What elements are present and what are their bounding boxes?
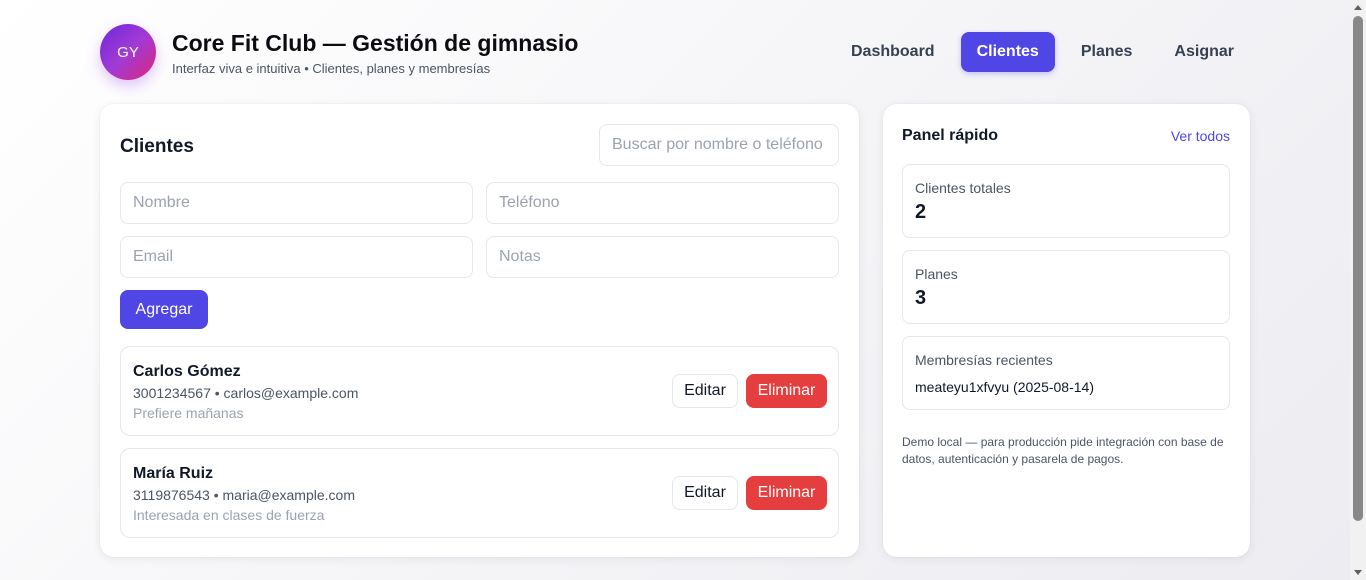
- nav-item-asignar[interactable]: Asignar: [1158, 32, 1250, 72]
- disclaimer-text: Demo local — para producción pide integr…: [902, 435, 1224, 466]
- app-header: GY Core Fit Club — Gestión de gimnasio I…: [100, 24, 1250, 80]
- stat-value: 2: [915, 201, 927, 223]
- stat-label: Membresías recientes: [915, 352, 1053, 368]
- quick-panel: Panel rápido Ver todos Clientes totales …: [883, 104, 1250, 557]
- main-nav: Dashboard Clientes Planes Asignar: [835, 32, 1250, 72]
- nav-item-clientes[interactable]: Clientes: [960, 32, 1055, 72]
- phone-field[interactable]: [486, 182, 839, 224]
- name-field[interactable]: [120, 182, 473, 224]
- client-contact: 3119876543 • maria@example.com: [133, 487, 355, 503]
- client-notes: Prefiere mañanas: [133, 405, 244, 421]
- search-input[interactable]: [599, 124, 839, 166]
- add-client-button[interactable]: Agregar: [120, 290, 208, 329]
- client-notes: Interesada en clases de fuerza: [133, 507, 325, 523]
- stat-label: Clientes totales: [915, 180, 1011, 196]
- edit-client-button[interactable]: Editar: [672, 374, 738, 408]
- see-all-link[interactable]: Ver todos: [1171, 128, 1230, 144]
- stat-value: 3: [915, 287, 927, 309]
- client-card: María Ruiz 3119876543 • maria@example.co…: [120, 448, 839, 538]
- clients-panel: Clientes Agregar Carlos Gómez 3001234567…: [100, 104, 859, 557]
- recent-membership-item: meateyu1xfvyu (2025-08-14): [915, 379, 1094, 395]
- nav-item-dashboard[interactable]: Dashboard: [835, 32, 951, 72]
- clients-title: Clientes: [120, 136, 194, 157]
- plans-stat: Planes 3: [902, 250, 1230, 324]
- delete-client-button[interactable]: Eliminar: [746, 476, 827, 510]
- client-name: María Ruiz: [133, 465, 214, 482]
- scrollbar-thumb[interactable]: [1353, 16, 1363, 521]
- notes-field[interactable]: [486, 236, 839, 278]
- nav-item-planes[interactable]: Planes: [1065, 32, 1149, 72]
- quick-panel-title: Panel rápido: [902, 127, 999, 144]
- recent-memberships: Membresías recientes meateyu1xfvyu (2025…: [902, 336, 1230, 410]
- app-title: Core Fit Club — Gestión de gimnasio: [172, 30, 579, 56]
- email-field[interactable]: [120, 236, 473, 278]
- avatar: GY: [100, 24, 156, 80]
- app-subtitle: Interfaz viva e intuitiva • Clientes, pl…: [172, 61, 491, 76]
- page-scrollbar[interactable]: [1350, 0, 1366, 580]
- triangle-up-icon[interactable]: [1354, 5, 1362, 10]
- triangle-down-icon[interactable]: [1354, 570, 1362, 575]
- total-clients-stat: Clientes totales 2: [902, 164, 1230, 238]
- delete-client-button[interactable]: Eliminar: [746, 374, 827, 408]
- edit-client-button[interactable]: Editar: [672, 476, 738, 510]
- client-contact: 3001234567 • carlos@example.com: [133, 385, 359, 401]
- client-card: Carlos Gómez 3001234567 • carlos@example…: [120, 346, 839, 436]
- stat-label: Planes: [915, 266, 958, 282]
- client-name: Carlos Gómez: [133, 363, 241, 380]
